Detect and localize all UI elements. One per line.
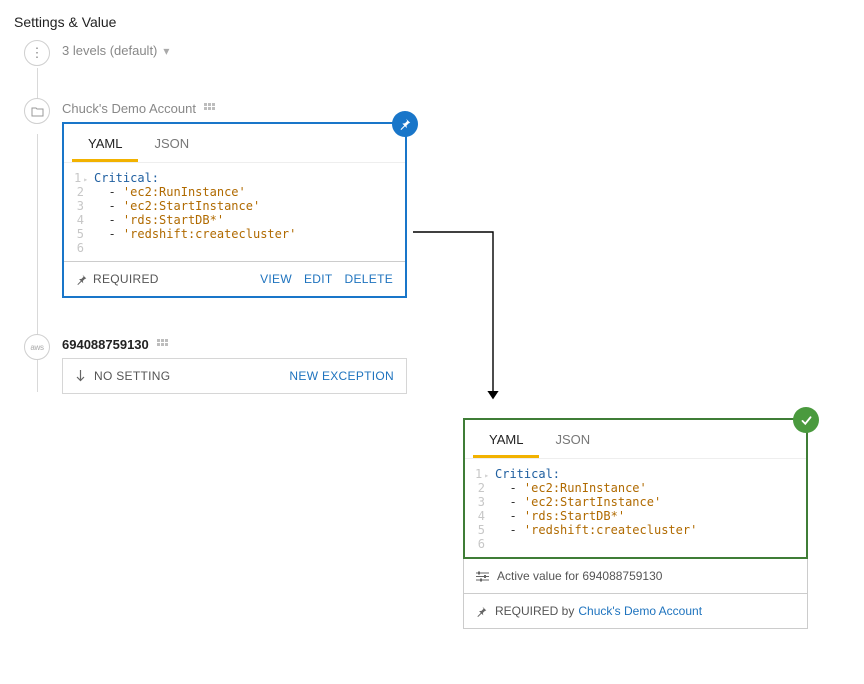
tab-json[interactable]: JSON xyxy=(138,128,205,162)
kebab-icon[interactable]: ⋮ xyxy=(24,40,50,66)
edit-button[interactable]: EDIT xyxy=(304,272,333,286)
account-label-row[interactable]: 694088759130 xyxy=(62,337,852,352)
levels-selector[interactable]: 3 levels (default) ▾ xyxy=(62,43,852,58)
tab-yaml[interactable]: YAML xyxy=(473,424,539,458)
tab-yaml[interactable]: YAML xyxy=(72,128,138,162)
grid-icon xyxy=(204,103,215,114)
folder-icon[interactable] xyxy=(24,98,50,124)
sliders-icon xyxy=(476,571,489,582)
tree-node-org: Chuck's Demo Account YAML JSON 1Critical… xyxy=(12,98,852,298)
org-setting-card: YAML JSON 1Critical: 2 - 'ec2:RunInstanc… xyxy=(62,122,407,298)
org-label: Chuck's Demo Account xyxy=(62,101,196,116)
org-label-row[interactable]: Chuck's Demo Account xyxy=(62,101,852,116)
tree-node-account: aws 694088759130 NO SETTING NEW EXCEPTIO… xyxy=(12,334,852,394)
view-button[interactable]: VIEW xyxy=(260,272,292,286)
aws-icon[interactable]: aws xyxy=(24,334,50,360)
active-value-row: Active value for 694088759130 xyxy=(463,559,808,594)
page-title: Settings & Value xyxy=(12,12,852,40)
pin-badge-icon xyxy=(392,111,418,137)
pin-icon xyxy=(476,606,487,617)
no-setting-label: NO SETTING xyxy=(94,369,170,383)
active-value-label: Active value for 694088759130 xyxy=(497,569,662,583)
check-badge-icon xyxy=(793,407,819,433)
resolved-panel: YAML JSON 1Critical: 2 - 'ec2:RunInstanc… xyxy=(463,418,808,629)
no-setting-card: NO SETTING NEW EXCEPTION xyxy=(62,358,407,394)
tree-node-levels: ⋮ 3 levels (default) ▾ xyxy=(12,40,852,82)
inherit-arrow-icon xyxy=(75,370,86,383)
required-label: REQUIRED xyxy=(93,272,159,286)
levels-label: 3 levels (default) xyxy=(62,43,157,58)
account-label: 694088759130 xyxy=(62,337,149,352)
card-footer: REQUIRED VIEW EDIT DELETE xyxy=(64,261,405,296)
required-by-label: REQUIRED by xyxy=(495,604,574,618)
required-by-source-link[interactable]: Chuck's Demo Account xyxy=(578,604,702,618)
new-exception-button[interactable]: NEW EXCEPTION xyxy=(289,369,394,383)
chevron-down-icon: ▾ xyxy=(163,44,169,58)
grid-icon xyxy=(157,339,168,350)
code-block: 1Critical: 2 - 'ec2:RunInstance' 3 - 'ec… xyxy=(64,163,405,261)
code-block: 1Critical: 2 - 'ec2:RunInstance' 3 - 'ec… xyxy=(465,459,806,557)
required-by-row: REQUIRED by Chuck's Demo Account xyxy=(463,594,808,629)
delete-button[interactable]: DELETE xyxy=(345,272,393,286)
resolved-card: YAML JSON 1Critical: 2 - 'ec2:RunInstanc… xyxy=(463,418,808,559)
tab-json[interactable]: JSON xyxy=(539,424,606,458)
code-tabs: YAML JSON xyxy=(64,124,405,163)
code-tabs: YAML JSON xyxy=(465,420,806,459)
